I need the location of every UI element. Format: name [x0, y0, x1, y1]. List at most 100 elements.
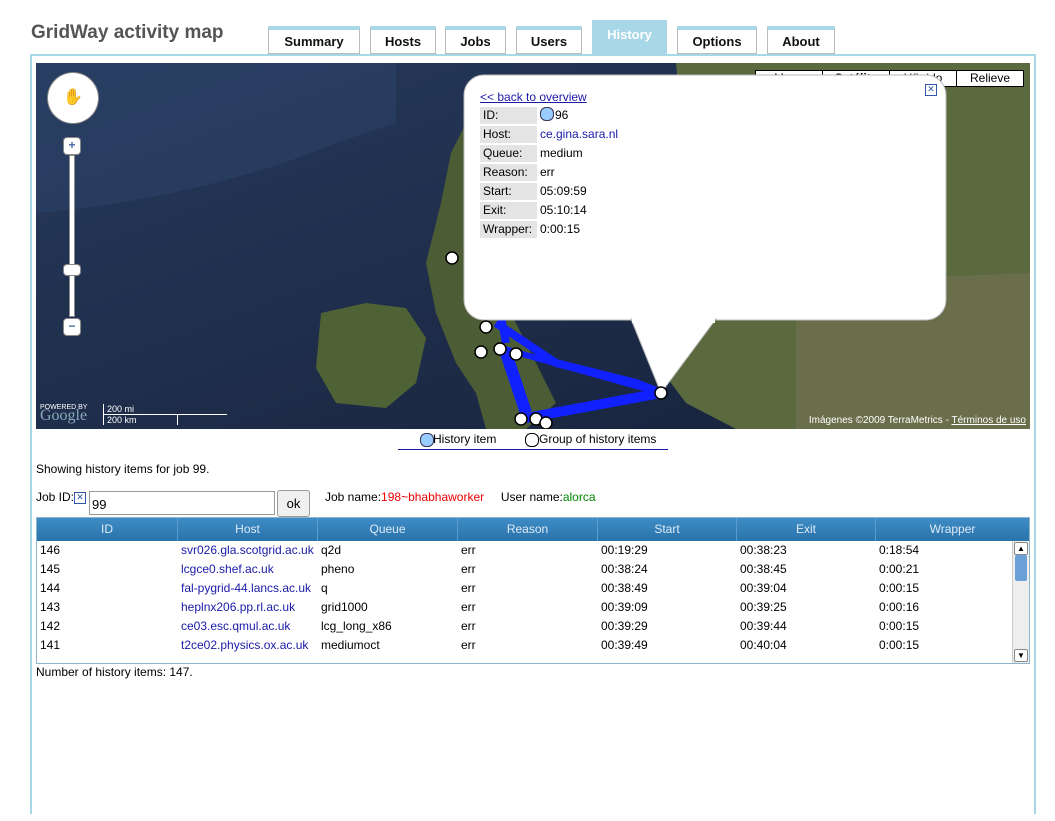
- cell-wrapper: 0:00:15: [879, 619, 920, 633]
- tab-about[interactable]: About: [767, 26, 835, 54]
- cell-host-link[interactable]: ce03.esc.qmul.ac.uk: [178, 617, 318, 636]
- group-history-icon: [525, 433, 539, 447]
- jobid-label: Job ID: ✕: [36, 490, 87, 504]
- col-header-exit[interactable]: Exit: [737, 518, 876, 541]
- username-value: alorca: [562, 490, 596, 504]
- jobname-value: 198~bhabhaworker: [381, 490, 485, 504]
- clear-jobid-icon[interactable]: ✕: [74, 492, 87, 504]
- col-header-start[interactable]: Start: [598, 518, 737, 541]
- cell-reason: err: [461, 581, 476, 595]
- cell-queue: pheno: [321, 562, 355, 576]
- map-copyright: Imágenes ©2009 TerraMetrics - Términos d…: [809, 415, 1026, 426]
- table-row[interactable]: 146 svr026.gla.scotgrid.ac.uk q2d err 00…: [37, 541, 1029, 560]
- cell-start: 00:39:49: [601, 638, 648, 652]
- jobid-label-text: Job ID:: [36, 490, 75, 504]
- cell-wrapper: 0:00:15: [879, 638, 920, 652]
- job-info: Job name:198~bhabhaworker User name:alor…: [325, 490, 596, 504]
- scale-mi: 200 mi: [103, 404, 227, 415]
- cell-queue: q2d: [321, 543, 342, 557]
- history-marker: [493, 342, 507, 356]
- cell-id: 145: [40, 562, 61, 576]
- map-markers: [445, 251, 668, 429]
- history-item-icon: [420, 433, 434, 447]
- history-marker: [509, 347, 523, 361]
- tab-history[interactable]: History: [592, 20, 667, 54]
- map-view[interactable]: ✋ + − Mapa Satélite Híbrido Relieve << b…: [36, 63, 1030, 429]
- history-table: ID Host Queue Reason Start Exit Wrapper …: [36, 517, 1030, 664]
- scale-km: 200 km: [103, 415, 178, 425]
- cell-reason: err: [461, 619, 476, 633]
- history-marker-selected: [654, 386, 668, 400]
- col-header-host[interactable]: Host: [178, 518, 318, 541]
- history-marker: [474, 345, 488, 359]
- cell-reason: err: [461, 638, 476, 652]
- map-scale: 200 mi 200 km: [103, 404, 227, 425]
- cell-start: 00:38:24: [601, 562, 648, 576]
- cell-start: 00:39:09: [601, 600, 648, 614]
- col-header-queue[interactable]: Queue: [318, 518, 458, 541]
- cell-queue: q: [321, 581, 328, 595]
- cell-start: 00:39:29: [601, 619, 648, 633]
- tab-users[interactable]: Users: [516, 26, 582, 54]
- history-marker: [479, 320, 493, 334]
- scroll-up-icon[interactable]: ▲: [1014, 542, 1028, 555]
- cell-wrapper: 0:00:21: [879, 562, 920, 576]
- table-body[interactable]: 146 svr026.gla.scotgrid.ac.uk q2d err 00…: [37, 541, 1029, 663]
- history-marker: [445, 251, 459, 265]
- cell-wrapper: 0:18:54: [879, 543, 920, 557]
- cell-exit: 00:38:23: [740, 543, 787, 557]
- scrollbar-thumb[interactable]: [1015, 555, 1027, 581]
- cell-reason: err: [461, 562, 476, 576]
- map-legend: History item Group of history items: [398, 431, 668, 450]
- cell-start: 00:38:49: [601, 581, 648, 595]
- history-marker: [539, 416, 553, 429]
- table-row[interactable]: 142 ce03.esc.qmul.ac.uk lcg_long_x86 err…: [37, 617, 1029, 636]
- col-header-id[interactable]: ID: [37, 518, 178, 541]
- table-header: ID Host Queue Reason Start Exit Wrapper: [37, 518, 1029, 541]
- jobname-label: Job name:: [325, 490, 382, 504]
- terms-of-use-link[interactable]: Términos de uso: [952, 415, 1026, 426]
- cell-exit: 00:39:04: [740, 581, 787, 595]
- table-row[interactable]: 145 lcgce0.shef.ac.uk pheno err 00:38:24…: [37, 560, 1029, 579]
- cell-id: 143: [40, 600, 61, 614]
- status-text: Showing history items for job 99.: [36, 462, 210, 476]
- cell-exit: 00:39:44: [740, 619, 787, 633]
- cell-start: 00:19:29: [601, 543, 648, 557]
- table-row[interactable]: 141 t2ce02.physics.ox.ac.uk mediumoct er…: [37, 636, 1029, 655]
- ok-button[interactable]: ok: [277, 490, 310, 517]
- cell-reason: err: [461, 543, 476, 557]
- cell-host-link[interactable]: svr026.gla.scotgrid.ac.uk: [178, 541, 318, 560]
- cell-id: 141: [40, 638, 61, 652]
- tab-options[interactable]: Options: [677, 26, 757, 54]
- cell-queue: lcg_long_x86: [321, 619, 392, 633]
- cell-host-link[interactable]: heplnx206.pp.rl.ac.uk: [178, 598, 318, 617]
- tab-hosts[interactable]: Hosts: [370, 26, 436, 54]
- legend-group-item: Group of history items: [539, 432, 657, 446]
- app-title: GridWay activity map: [31, 22, 224, 43]
- cell-id: 144: [40, 581, 61, 595]
- cell-id: 142: [40, 619, 61, 633]
- table-row[interactable]: 143 heplnx206.pp.rl.ac.uk grid1000 err 0…: [37, 598, 1029, 617]
- table-scrollbar[interactable]: ▲ ▼: [1012, 541, 1029, 663]
- cell-reason: err: [461, 600, 476, 614]
- scroll-down-icon[interactable]: ▼: [1014, 649, 1028, 662]
- cell-exit: 00:40:04: [740, 638, 787, 652]
- cell-queue: grid1000: [321, 600, 368, 614]
- copyright-text: Imágenes ©2009 TerraMetrics -: [808, 415, 952, 426]
- username-label: User name:: [500, 490, 563, 504]
- jobid-input[interactable]: [89, 491, 275, 515]
- cell-exit: 00:38:45: [740, 562, 787, 576]
- history-marker: [514, 412, 528, 426]
- col-header-wrapper[interactable]: Wrapper: [876, 518, 1029, 541]
- legend-history-item: History item: [433, 432, 497, 446]
- google-logo: Google: [40, 407, 88, 424]
- cell-host-link[interactable]: t2ce02.physics.ox.ac.uk: [178, 636, 318, 655]
- table-row[interactable]: 144 fal-pygrid-44.lancs.ac.uk q err 00:3…: [37, 579, 1029, 598]
- cell-id: 146: [40, 543, 61, 557]
- cell-host-link[interactable]: fal-pygrid-44.lancs.ac.uk: [178, 579, 318, 598]
- col-header-reason[interactable]: Reason: [458, 518, 598, 541]
- tab-jobs[interactable]: Jobs: [445, 26, 506, 54]
- cell-exit: 00:39:25: [740, 600, 787, 614]
- cell-host-link[interactable]: lcgce0.shef.ac.uk: [178, 560, 318, 579]
- tab-summary[interactable]: Summary: [268, 26, 360, 54]
